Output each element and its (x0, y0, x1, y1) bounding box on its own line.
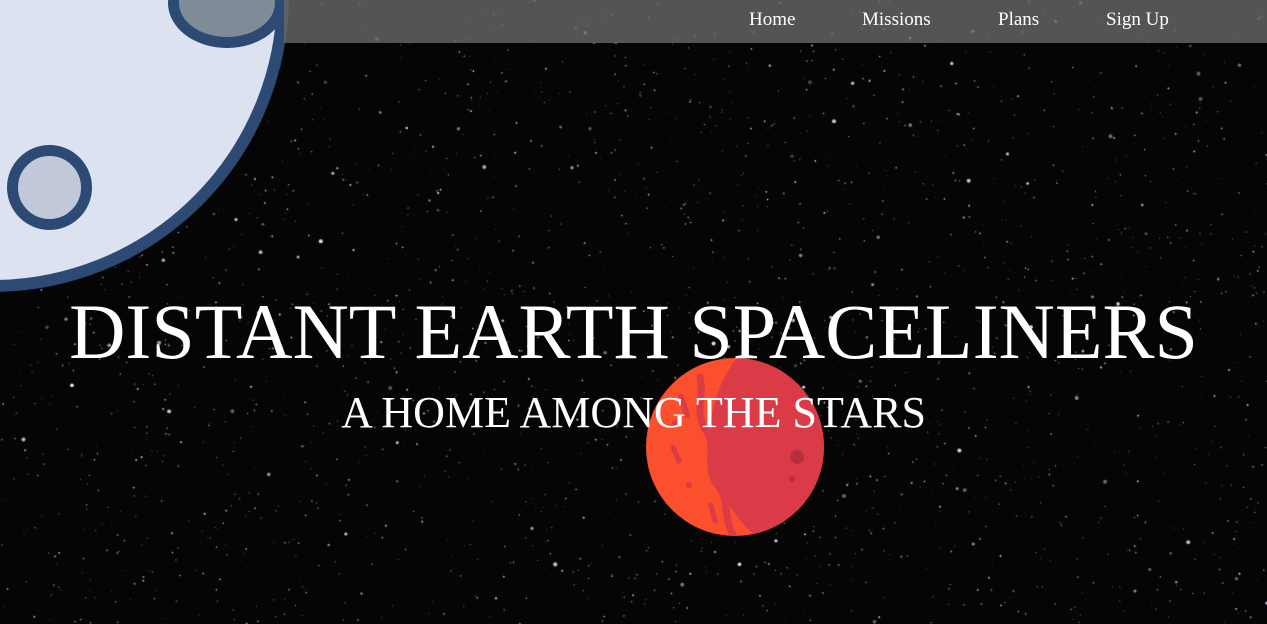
hero-background: Home Missions Plans Sign Up DISTANT EART… (0, 0, 1267, 624)
nav-missions-link[interactable]: Missions (862, 8, 931, 32)
moon-crater-icon (7, 145, 92, 230)
nav-signup-link[interactable]: Sign Up (1106, 8, 1169, 32)
nav-plans-link[interactable]: Plans (998, 8, 1039, 32)
nav-home-link[interactable]: Home (749, 8, 795, 32)
mars-planet-icon (646, 358, 824, 536)
top-navigation: Home Missions Plans Sign Up (284, 0, 1267, 43)
hero-title: DISTANT EARTH SPACELINERS (69, 288, 1198, 375)
hero-subtitle: A HOME AMONG THE STARS (341, 388, 926, 437)
